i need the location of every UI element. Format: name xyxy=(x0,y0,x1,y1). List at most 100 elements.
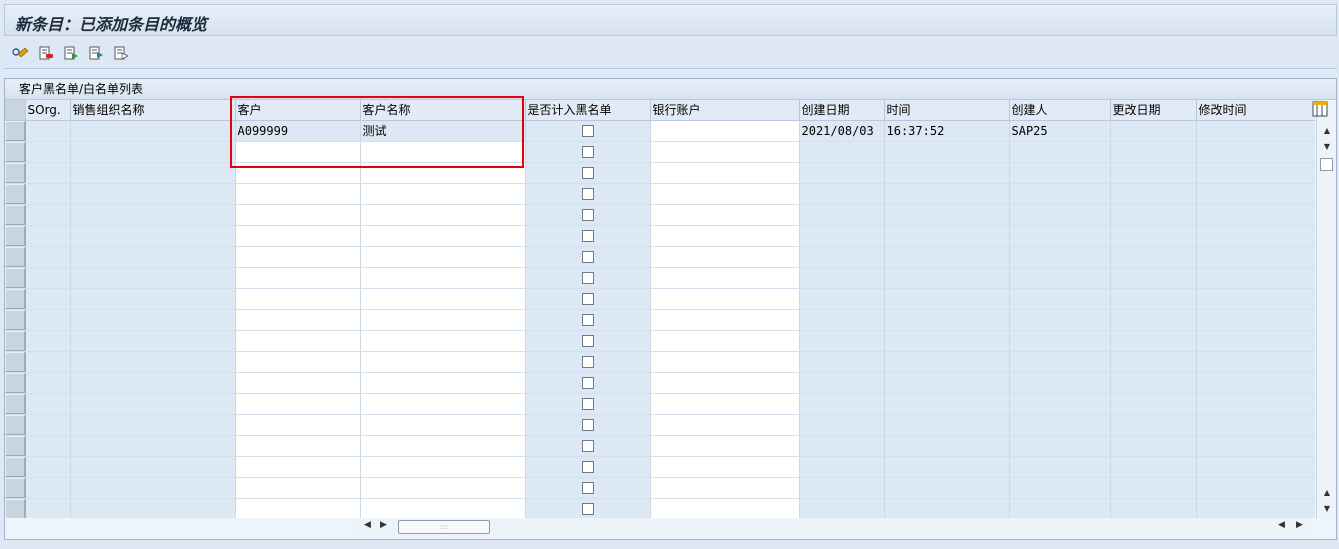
blacklisted-checkbox[interactable] xyxy=(581,209,594,221)
customer-name-cell[interactable] xyxy=(360,309,526,331)
scroll-up-icon[interactable]: ▲ xyxy=(1319,124,1335,138)
blacklisted-checkbox[interactable] xyxy=(581,167,594,179)
blacklisted-checkbox[interactable] xyxy=(581,293,594,305)
customer-name-cell[interactable] xyxy=(360,414,526,436)
customer-cell[interactable] xyxy=(235,183,361,205)
column-header-created-by[interactable]: 创建人 xyxy=(1009,100,1111,121)
row-selector[interactable] xyxy=(5,204,26,226)
vertical-scroll-thumb[interactable] xyxy=(1320,158,1333,171)
row-selector[interactable] xyxy=(5,498,26,518)
bank-account-cell[interactable] xyxy=(650,162,800,184)
row-selector[interactable] xyxy=(5,141,26,163)
scroll-page-down-icon[interactable]: ▼ xyxy=(1319,502,1335,516)
customer-cell[interactable] xyxy=(235,372,361,394)
customer-cell[interactable] xyxy=(235,309,361,331)
customer-cell[interactable] xyxy=(235,393,361,415)
column-header-changed-date[interactable]: 更改日期 xyxy=(1110,100,1197,121)
customer-cell[interactable] xyxy=(235,330,361,352)
bank-account-cell[interactable] xyxy=(650,267,800,289)
row-selector[interactable] xyxy=(5,120,26,142)
vertical-scrollbar[interactable]: ▲ ▼ ▲ ▼ xyxy=(1316,100,1336,518)
customer-cell[interactable] xyxy=(235,288,361,310)
customer-name-cell[interactable] xyxy=(360,204,526,226)
blacklisted-checkbox[interactable] xyxy=(581,419,594,431)
table-settings-icon[interactable] xyxy=(1312,101,1328,117)
other-view-icon[interactable] xyxy=(12,44,30,62)
select-block-icon[interactable] xyxy=(87,44,105,62)
row-selector[interactable] xyxy=(5,351,26,373)
row-selector[interactable] xyxy=(5,435,26,457)
customer-cell[interactable] xyxy=(235,498,361,518)
horizontal-scroll-thumb[interactable]: ::: xyxy=(398,520,490,534)
scroll-right-step-icon[interactable]: ▶ xyxy=(380,520,387,530)
select-all-rows-handle[interactable] xyxy=(5,100,26,121)
customer-cell[interactable] xyxy=(235,351,361,373)
bank-account-cell[interactable] xyxy=(650,246,800,268)
customer-name-cell[interactable] xyxy=(360,225,526,247)
column-header-created-date[interactable]: 创建日期 xyxy=(799,100,885,121)
bank-account-cell[interactable] xyxy=(650,225,800,247)
blacklisted-checkbox[interactable] xyxy=(581,398,594,410)
customer-name-cell[interactable] xyxy=(360,351,526,373)
customer-cell[interactable]: A099999 xyxy=(235,120,361,142)
customer-name-cell[interactable] xyxy=(360,288,526,310)
customer-cell[interactable] xyxy=(235,435,361,457)
blacklisted-checkbox[interactable] xyxy=(581,272,594,284)
column-header-sorg[interactable]: SOrg. xyxy=(25,100,71,121)
delete-rows-icon[interactable] xyxy=(37,44,55,62)
customer-name-cell[interactable] xyxy=(360,267,526,289)
row-selector[interactable] xyxy=(5,225,26,247)
blacklisted-checkbox[interactable] xyxy=(581,356,594,368)
customer-cell[interactable] xyxy=(235,141,361,163)
blacklisted-checkbox[interactable] xyxy=(581,503,594,515)
bank-account-cell[interactable] xyxy=(650,183,800,205)
customer-name-cell[interactable] xyxy=(360,393,526,415)
customer-name-cell[interactable] xyxy=(360,498,526,518)
blacklisted-checkbox[interactable] xyxy=(581,230,594,242)
customer-name-cell[interactable] xyxy=(360,183,526,205)
blacklisted-checkbox[interactable] xyxy=(581,314,594,326)
blacklisted-checkbox[interactable] xyxy=(581,440,594,452)
customer-name-cell[interactable] xyxy=(360,456,526,478)
customer-name-cell[interactable] xyxy=(360,330,526,352)
customer-name-cell[interactable] xyxy=(360,372,526,394)
bank-account-cell[interactable] xyxy=(650,372,800,394)
row-selector[interactable] xyxy=(5,183,26,205)
customer-cell[interactable] xyxy=(235,267,361,289)
row-selector[interactable] xyxy=(5,477,26,499)
blacklisted-checkbox[interactable] xyxy=(581,482,594,494)
column-header-bank-account[interactable]: 银行账户 xyxy=(650,100,800,121)
row-selector[interactable] xyxy=(5,393,26,415)
blacklisted-checkbox[interactable] xyxy=(581,251,594,263)
row-selector[interactable] xyxy=(5,267,26,289)
blacklisted-checkbox[interactable] xyxy=(581,335,594,347)
bank-account-cell[interactable] xyxy=(650,141,800,163)
bank-account-cell[interactable] xyxy=(650,288,800,310)
column-header-time[interactable]: 时间 xyxy=(884,100,1010,121)
blacklisted-checkbox[interactable] xyxy=(581,125,594,137)
bank-account-cell[interactable] xyxy=(650,477,800,499)
row-selector[interactable] xyxy=(5,330,26,352)
customer-cell[interactable] xyxy=(235,204,361,226)
customer-cell[interactable] xyxy=(235,477,361,499)
bank-account-cell[interactable] xyxy=(650,393,800,415)
customer-name-cell[interactable] xyxy=(360,435,526,457)
bank-account-cell[interactable] xyxy=(650,498,800,518)
customer-cell[interactable] xyxy=(235,456,361,478)
column-header-blacklisted[interactable]: 是否计入黑名单 xyxy=(525,100,651,121)
scroll-left-icon[interactable]: ◀ xyxy=(364,520,371,530)
column-header-changed-time[interactable]: 修改时间 xyxy=(1196,100,1315,121)
customer-name-cell[interactable] xyxy=(360,246,526,268)
select-all-icon[interactable] xyxy=(62,44,80,62)
bank-account-cell[interactable] xyxy=(650,435,800,457)
bank-account-cell[interactable] xyxy=(650,456,800,478)
scroll-down-icon[interactable]: ▼ xyxy=(1319,140,1335,154)
bank-account-cell[interactable] xyxy=(650,330,800,352)
row-selector[interactable] xyxy=(5,372,26,394)
scroll-left-end-icon[interactable]: ◀ xyxy=(1278,520,1285,530)
customer-name-cell[interactable] xyxy=(360,141,526,163)
customer-cell[interactable] xyxy=(235,225,361,247)
column-header-customer-name[interactable]: 客户名称 xyxy=(360,100,526,121)
customer-name-cell[interactable] xyxy=(360,162,526,184)
bank-account-cell[interactable] xyxy=(650,414,800,436)
